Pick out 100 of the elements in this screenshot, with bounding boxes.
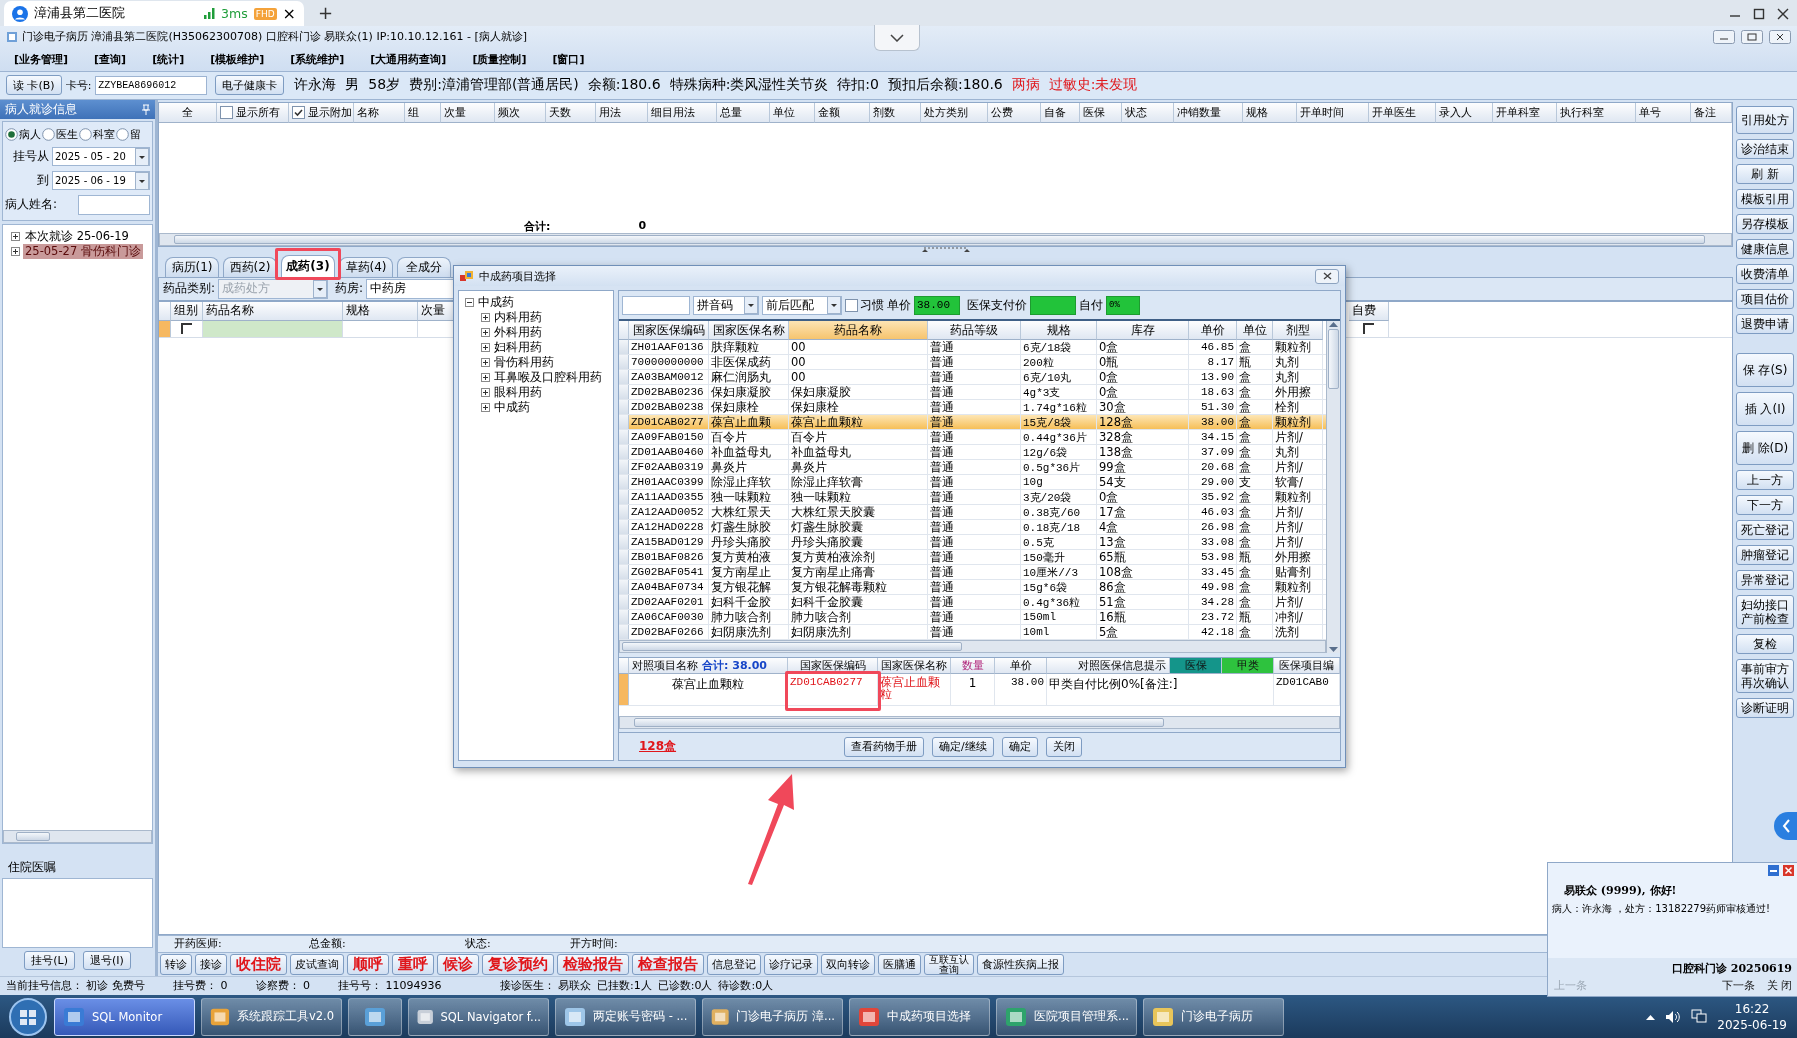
- menu-item[interactable]: [统计]: [152, 51, 185, 67]
- tab[interactable]: 草药(4): [339, 256, 393, 277]
- column-header[interactable]: 次量: [440, 102, 495, 123]
- column-header[interactable]: 备注: [1691, 102, 1732, 123]
- column-header[interactable]: 对照医保信息提示: [1047, 658, 1170, 674]
- column-header[interactable]: 录入人: [1435, 102, 1493, 123]
- side-button[interactable]: 另存模板: [1736, 213, 1794, 234]
- visit-item[interactable]: 25-05-27 骨伤科门诊: [23, 243, 143, 259]
- table-row[interactable]: ZD02BAB0236 保妇康凝胶 保妇康凝胶 普通 4g*3支 0盒 18.63 盒 外用擦: [619, 385, 1326, 400]
- checkbox[interactable]: [292, 105, 305, 119]
- close-tab-button[interactable]: ×: [282, 4, 296, 24]
- column-header[interactable]: 公费: [988, 102, 1041, 123]
- side-button[interactable]: 健康信息: [1736, 238, 1794, 259]
- tree-item[interactable]: 骨伤科用药: [494, 355, 554, 370]
- column-header[interactable]: 天数: [546, 102, 597, 123]
- horizontal-scrollbar[interactable]: [159, 232, 1732, 246]
- side-button[interactable]: 妇幼接口产前检查: [1736, 594, 1794, 629]
- column-header[interactable]: 组: [404, 102, 441, 123]
- expand-icon[interactable]: [11, 231, 20, 241]
- side-button[interactable]: 引用处方: [1736, 105, 1794, 134]
- pin-icon[interactable]: [142, 103, 150, 115]
- side-button[interactable]: 插 入(I): [1736, 391, 1794, 426]
- taskbar-item[interactable]: 医院项目管理系...: [996, 997, 1137, 1036]
- panel-button[interactable]: 挂号(L): [24, 950, 75, 970]
- notice-link[interactable]: 下一条: [1721, 978, 1755, 993]
- expand-icon[interactable]: [481, 388, 490, 397]
- side-button[interactable]: 模板引用: [1736, 188, 1794, 209]
- taskbar-item[interactable]: 系统跟踪工具v2.0: [201, 997, 342, 1036]
- name-input-field[interactable]: [78, 194, 150, 215]
- column-header[interactable]: 自费: [1349, 301, 1389, 321]
- speaker-icon[interactable]: [1665, 1009, 1682, 1024]
- dialog-button[interactable]: 关闭: [1045, 736, 1082, 757]
- column-header[interactable]: 次量: [418, 301, 454, 321]
- tab[interactable]: 成药(3): [281, 254, 335, 277]
- checkbox[interactable]: [1363, 323, 1374, 335]
- column-header[interactable]: 开单医生: [1369, 102, 1436, 123]
- match-mode-dropdown[interactable]: 前后匹配: [762, 295, 842, 315]
- network-icon[interactable]: [1691, 1009, 1708, 1025]
- radio-option[interactable]: 科室: [79, 127, 115, 143]
- table-row[interactable]: ZA06CAF0030 肺力咳合剂 肺力咳合剂 普通 150ml 16瓶 23.72 瓶 冲剂/: [619, 610, 1326, 625]
- column-header[interactable]: 总量: [716, 102, 770, 123]
- action-button[interactable]: 信息登记: [707, 953, 761, 975]
- menu-item[interactable]: [业务管理]: [14, 51, 69, 67]
- tree-item[interactable]: 外科用药: [494, 325, 542, 340]
- column-header[interactable]: 国家医保名称: [709, 321, 789, 340]
- dropdown-caret-icon[interactable]: [135, 171, 149, 190]
- table-row[interactable]: ZH01AAF0136 肤痒颗粒 00 普通 6克/18袋 0盒 46.85 盒 颗粒剂: [619, 340, 1326, 355]
- column-header[interactable]: 医保: [1079, 102, 1122, 123]
- action-button[interactable]: 接诊: [195, 953, 227, 975]
- tab[interactable]: 西药(2): [223, 256, 277, 277]
- column-header[interactable]: 剂型: [1273, 321, 1323, 340]
- side-button[interactable]: 肿瘤登记: [1736, 544, 1794, 565]
- side-button[interactable]: 异常登记: [1736, 569, 1794, 590]
- checkbox[interactable]: [845, 298, 858, 312]
- side-button[interactable]: 事前审方再次确认: [1736, 658, 1794, 693]
- taskbar-item[interactable]: SQL Navigator f...: [408, 997, 549, 1036]
- menu-item[interactable]: [大通用药查询]: [370, 51, 447, 67]
- table-row[interactable]: ZG02BAF0541 复方南星止 复方南星止痛膏 普通 10厘米//3 108盒 33.45 盒 贴膏剂: [619, 565, 1326, 580]
- table-row[interactable]: ZB01BAF0826 复方黄柏液 复方黄柏液涂剂 普通 150毫升 65瓶 53.98 瓶 外用擦: [619, 550, 1326, 565]
- column-header[interactable]: 开单科室: [1492, 102, 1558, 123]
- side-button[interactable]: 删 除(D): [1736, 430, 1794, 465]
- table-row[interactable]: ZF02AAB0319 鼻炎片 鼻炎片 普通 0.5g*36片 99盒 20.68 盒 片剂/: [619, 460, 1326, 475]
- side-button[interactable]: 项目估价: [1736, 288, 1794, 309]
- date-field[interactable]: 2025 - 05 - 20: [52, 147, 150, 167]
- column-header[interactable]: 医保项目编: [1274, 658, 1340, 674]
- visit-item[interactable]: 本次就诊 25-06-19: [23, 228, 131, 244]
- column-header[interactable]: 状态: [1121, 102, 1174, 123]
- column-header[interactable]: 冲销数量: [1173, 102, 1244, 123]
- close-icon[interactable]: [1777, 8, 1789, 21]
- dropdown-caret-icon[interactable]: [135, 147, 149, 166]
- column-header[interactable]: 处方类别: [921, 102, 989, 123]
- action-button[interactable]: 互联互认查询: [924, 953, 974, 975]
- table-row[interactable]: ZA12HAD0228 灯盏生脉胶 灯盏生脉胶囊 普通 0.18克/18 4盒 26.98 盒 片剂/: [619, 520, 1326, 535]
- side-button[interactable]: 退费申请: [1736, 313, 1794, 334]
- taskbar-item[interactable]: [348, 997, 402, 1036]
- column-header[interactable]: 自备: [1041, 102, 1080, 123]
- scroll-up-icon[interactable]: [1329, 321, 1338, 327]
- horizontal-scrollbar[interactable]: [3, 829, 152, 843]
- minimize-icon[interactable]: [1768, 865, 1779, 876]
- table-row[interactable]: ZA15BAD0129 丹珍头痛胶 丹珍头痛胶囊 普通 0.5克 13盒 33.08 盒 片剂/: [619, 535, 1326, 550]
- action-button[interactable]: 双向转诊: [821, 953, 875, 975]
- column-header[interactable]: 单位: [769, 102, 815, 123]
- action-button[interactable]: 食源性疾病上报: [977, 953, 1064, 975]
- expand-icon[interactable]: [481, 373, 490, 382]
- scroll-thumb[interactable]: [1328, 329, 1339, 389]
- action-button[interactable]: 皮试查询: [290, 953, 344, 975]
- table-row[interactable]: ZA12AAD0052 大株红景天 大株红景天胶囊 普通 0.38克/60 17盒 46.03 盒 片剂/: [619, 505, 1326, 520]
- dropdown-caret-icon[interactable]: [744, 296, 758, 314]
- tree-item[interactable]: 中成药: [494, 400, 530, 415]
- menu-item[interactable]: [模板维护]: [210, 51, 265, 67]
- menu-item[interactable]: [质量控制]: [472, 51, 527, 67]
- tree-item[interactable]: 眼科用药: [494, 385, 542, 400]
- column-header[interactable]: 名称: [354, 102, 405, 123]
- side-button[interactable]: 诊治结束: [1736, 138, 1794, 159]
- table-row[interactable]: ZA09FAB0150 百令片 百令片 普通 0.44g*36片 328盒 34.15 盒 片剂/: [619, 430, 1326, 445]
- action-button[interactable]: 检验报告: [557, 953, 629, 975]
- column-header[interactable]: 数量: [951, 658, 995, 674]
- habit-checkbox[interactable]: 习惯: [845, 296, 884, 314]
- collapse-panel-button[interactable]: [1774, 812, 1797, 840]
- taskbar-item[interactable]: 中成药项目选择: [849, 997, 990, 1036]
